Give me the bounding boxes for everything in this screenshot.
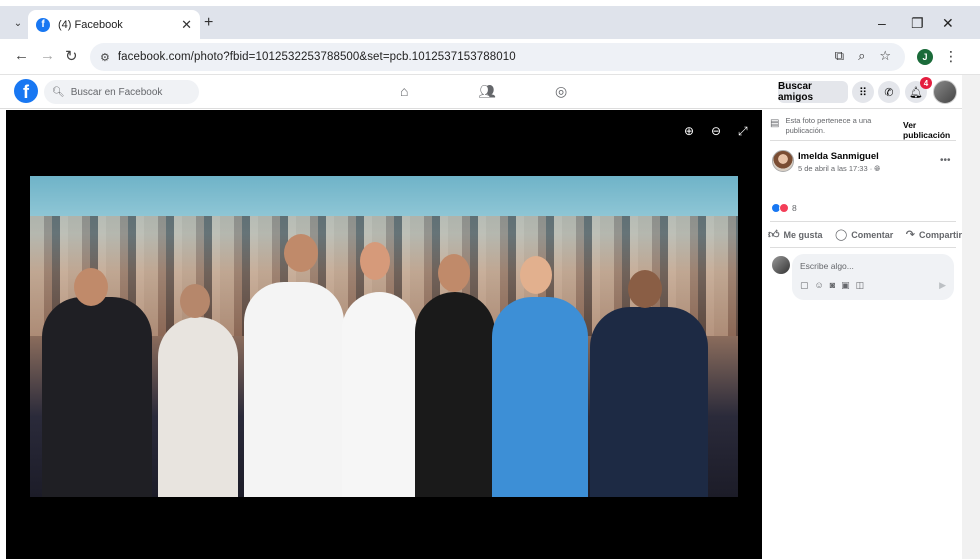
tab-close-icon[interactable]: ✕	[181, 17, 192, 33]
search-icon: 🔍︎	[52, 86, 65, 98]
commenter-avatar[interactable]	[772, 256, 790, 274]
facebook-header: f 🔍︎ Buscar en Facebook ⌂ 👥︎ ◎ Buscar am…	[0, 75, 962, 109]
post-photo[interactable]	[30, 176, 738, 497]
site-info-icon[interactable]: ⚙	[100, 51, 110, 64]
sticker-icon[interactable]: ◫	[856, 280, 865, 291]
belongs-text: Esta foto pertenece a una publicación.	[785, 116, 872, 135]
facebook-search-input[interactable]: 🔍︎ Buscar en Facebook	[44, 80, 199, 104]
reaction-count: 8	[792, 203, 797, 213]
photo-person	[492, 297, 588, 497]
install-app-icon[interactable]: ⧉	[835, 48, 844, 64]
page-scrollbar[interactable]	[962, 75, 980, 559]
tab-title: (4) Facebook	[58, 18, 123, 31]
facebook-logo-icon[interactable]: f	[14, 79, 38, 103]
author-name[interactable]: Imelda Sanmiguel	[798, 151, 879, 162]
minimize-icon[interactable]: –	[878, 15, 886, 31]
more-options-icon[interactable]: •••	[940, 155, 951, 166]
photo-head	[180, 284, 210, 318]
post-date[interactable]: 5 de abril a las 17:33 · 🌐︎	[798, 164, 880, 174]
post-actions: 👍︎ Me gusta ◯ Comentar ↷ Compartir	[768, 228, 962, 241]
account-avatar[interactable]	[933, 80, 957, 104]
thumbs-up-icon: 👍︎	[768, 229, 780, 241]
emoji-icon[interactable]: ☺	[815, 280, 824, 291]
photo-person	[42, 297, 152, 497]
bookmark-star-icon[interactable]: ☆	[879, 48, 891, 64]
url-text: facebook.com/photo?fbid=1012532253788500…	[117, 51, 516, 63]
friends-icon[interactable]: 👥︎	[478, 83, 496, 100]
tab-search-chevron-icon[interactable]: ⌄	[8, 13, 28, 33]
author-avatar[interactable]	[772, 150, 794, 172]
comment-placeholder: Escribe algo...	[800, 261, 854, 271]
photo-head	[284, 234, 318, 272]
close-window-icon[interactable]: ✕	[942, 15, 954, 32]
photo-person	[590, 307, 708, 497]
groups-icon[interactable]: ◎	[555, 83, 567, 100]
photo-head	[360, 242, 390, 280]
new-tab-icon[interactable]: +	[204, 14, 213, 32]
reaction-summary[interactable]: 8	[771, 203, 797, 213]
address-bar[interactable]: ⚙ facebook.com/photo?fbid=10125322537885…	[90, 43, 905, 71]
avatar-sticker-icon[interactable]: ▢	[800, 280, 809, 291]
find-friends-button[interactable]: Buscar amigos	[778, 81, 848, 103]
comment-input[interactable]: Escribe algo... ▢ ☺ ◙ ▣ ◫ ▶	[792, 254, 954, 300]
comment-bubble-icon: ◯	[834, 229, 848, 241]
photo-person	[342, 292, 417, 497]
photo-person	[415, 292, 495, 497]
post-document-icon: ▤	[770, 118, 780, 129]
photo-head	[74, 268, 108, 306]
forward-icon[interactable]: →	[40, 47, 55, 64]
notification-badge: 4	[920, 77, 932, 89]
zoom-icon[interactable]: ⌕	[858, 48, 865, 64]
divider	[770, 221, 956, 222]
fullscreen-icon[interactable]: ⤢	[738, 124, 748, 139]
search-placeholder: Buscar en Facebook	[70, 86, 163, 98]
zoom-in-icon[interactable]: ⊕	[684, 124, 694, 138]
comment-tools: ▢ ☺ ◙ ▣ ◫	[800, 280, 864, 291]
like-button[interactable]: 👍︎ Me gusta	[768, 228, 823, 241]
photo-person	[244, 282, 344, 497]
send-icon[interactable]: ▶	[939, 280, 946, 291]
camera-icon[interactable]: ◙	[830, 280, 835, 291]
profile-avatar[interactable]: J	[917, 49, 933, 65]
back-icon[interactable]: ←	[14, 47, 29, 64]
view-post-link[interactable]: Ver publicación	[903, 120, 962, 140]
photo-head	[628, 270, 662, 308]
divider	[770, 247, 956, 248]
post-side-panel: ▤ Esta foto pertenece a una publicación.…	[762, 110, 962, 559]
browser-menu-icon[interactable]: ⋮	[944, 48, 958, 65]
facebook-favicon-icon: f	[36, 17, 50, 32]
share-arrow-icon: ↷	[905, 229, 915, 241]
love-reaction-icon	[779, 203, 789, 213]
zoom-out-icon[interactable]: ⊖	[711, 124, 721, 138]
menu-grid-icon[interactable]: ⠿	[852, 81, 874, 103]
divider	[770, 140, 956, 141]
messenger-icon[interactable]: ✆	[878, 81, 900, 103]
home-icon[interactable]: ⌂	[400, 83, 408, 99]
photo-person	[158, 317, 238, 497]
gif-icon[interactable]: ▣	[841, 280, 850, 291]
omnibox-actions: ⧉ ⌕ ☆	[835, 48, 891, 64]
photo-head	[520, 256, 552, 294]
reload-icon[interactable]: ↻	[65, 47, 78, 65]
browser-tab-strip: ⌄ f (4) Facebook ✕ + – ❐ ✕	[0, 6, 980, 39]
restore-icon[interactable]: ❐	[911, 15, 924, 32]
browser-toolbar: ← → ↻ ⚙ facebook.com/photo?fbid=10125322…	[0, 39, 980, 75]
globe-icon: 🌐︎	[874, 164, 881, 173]
share-button[interactable]: ↷ Compartir	[906, 228, 962, 241]
photo-head	[438, 254, 470, 292]
browser-tab[interactable]: f (4) Facebook ✕	[28, 10, 200, 39]
comment-button[interactable]: ◯ Comentar	[835, 228, 893, 241]
photo-viewer: ⊕ ⊖ ⤢	[6, 110, 762, 559]
